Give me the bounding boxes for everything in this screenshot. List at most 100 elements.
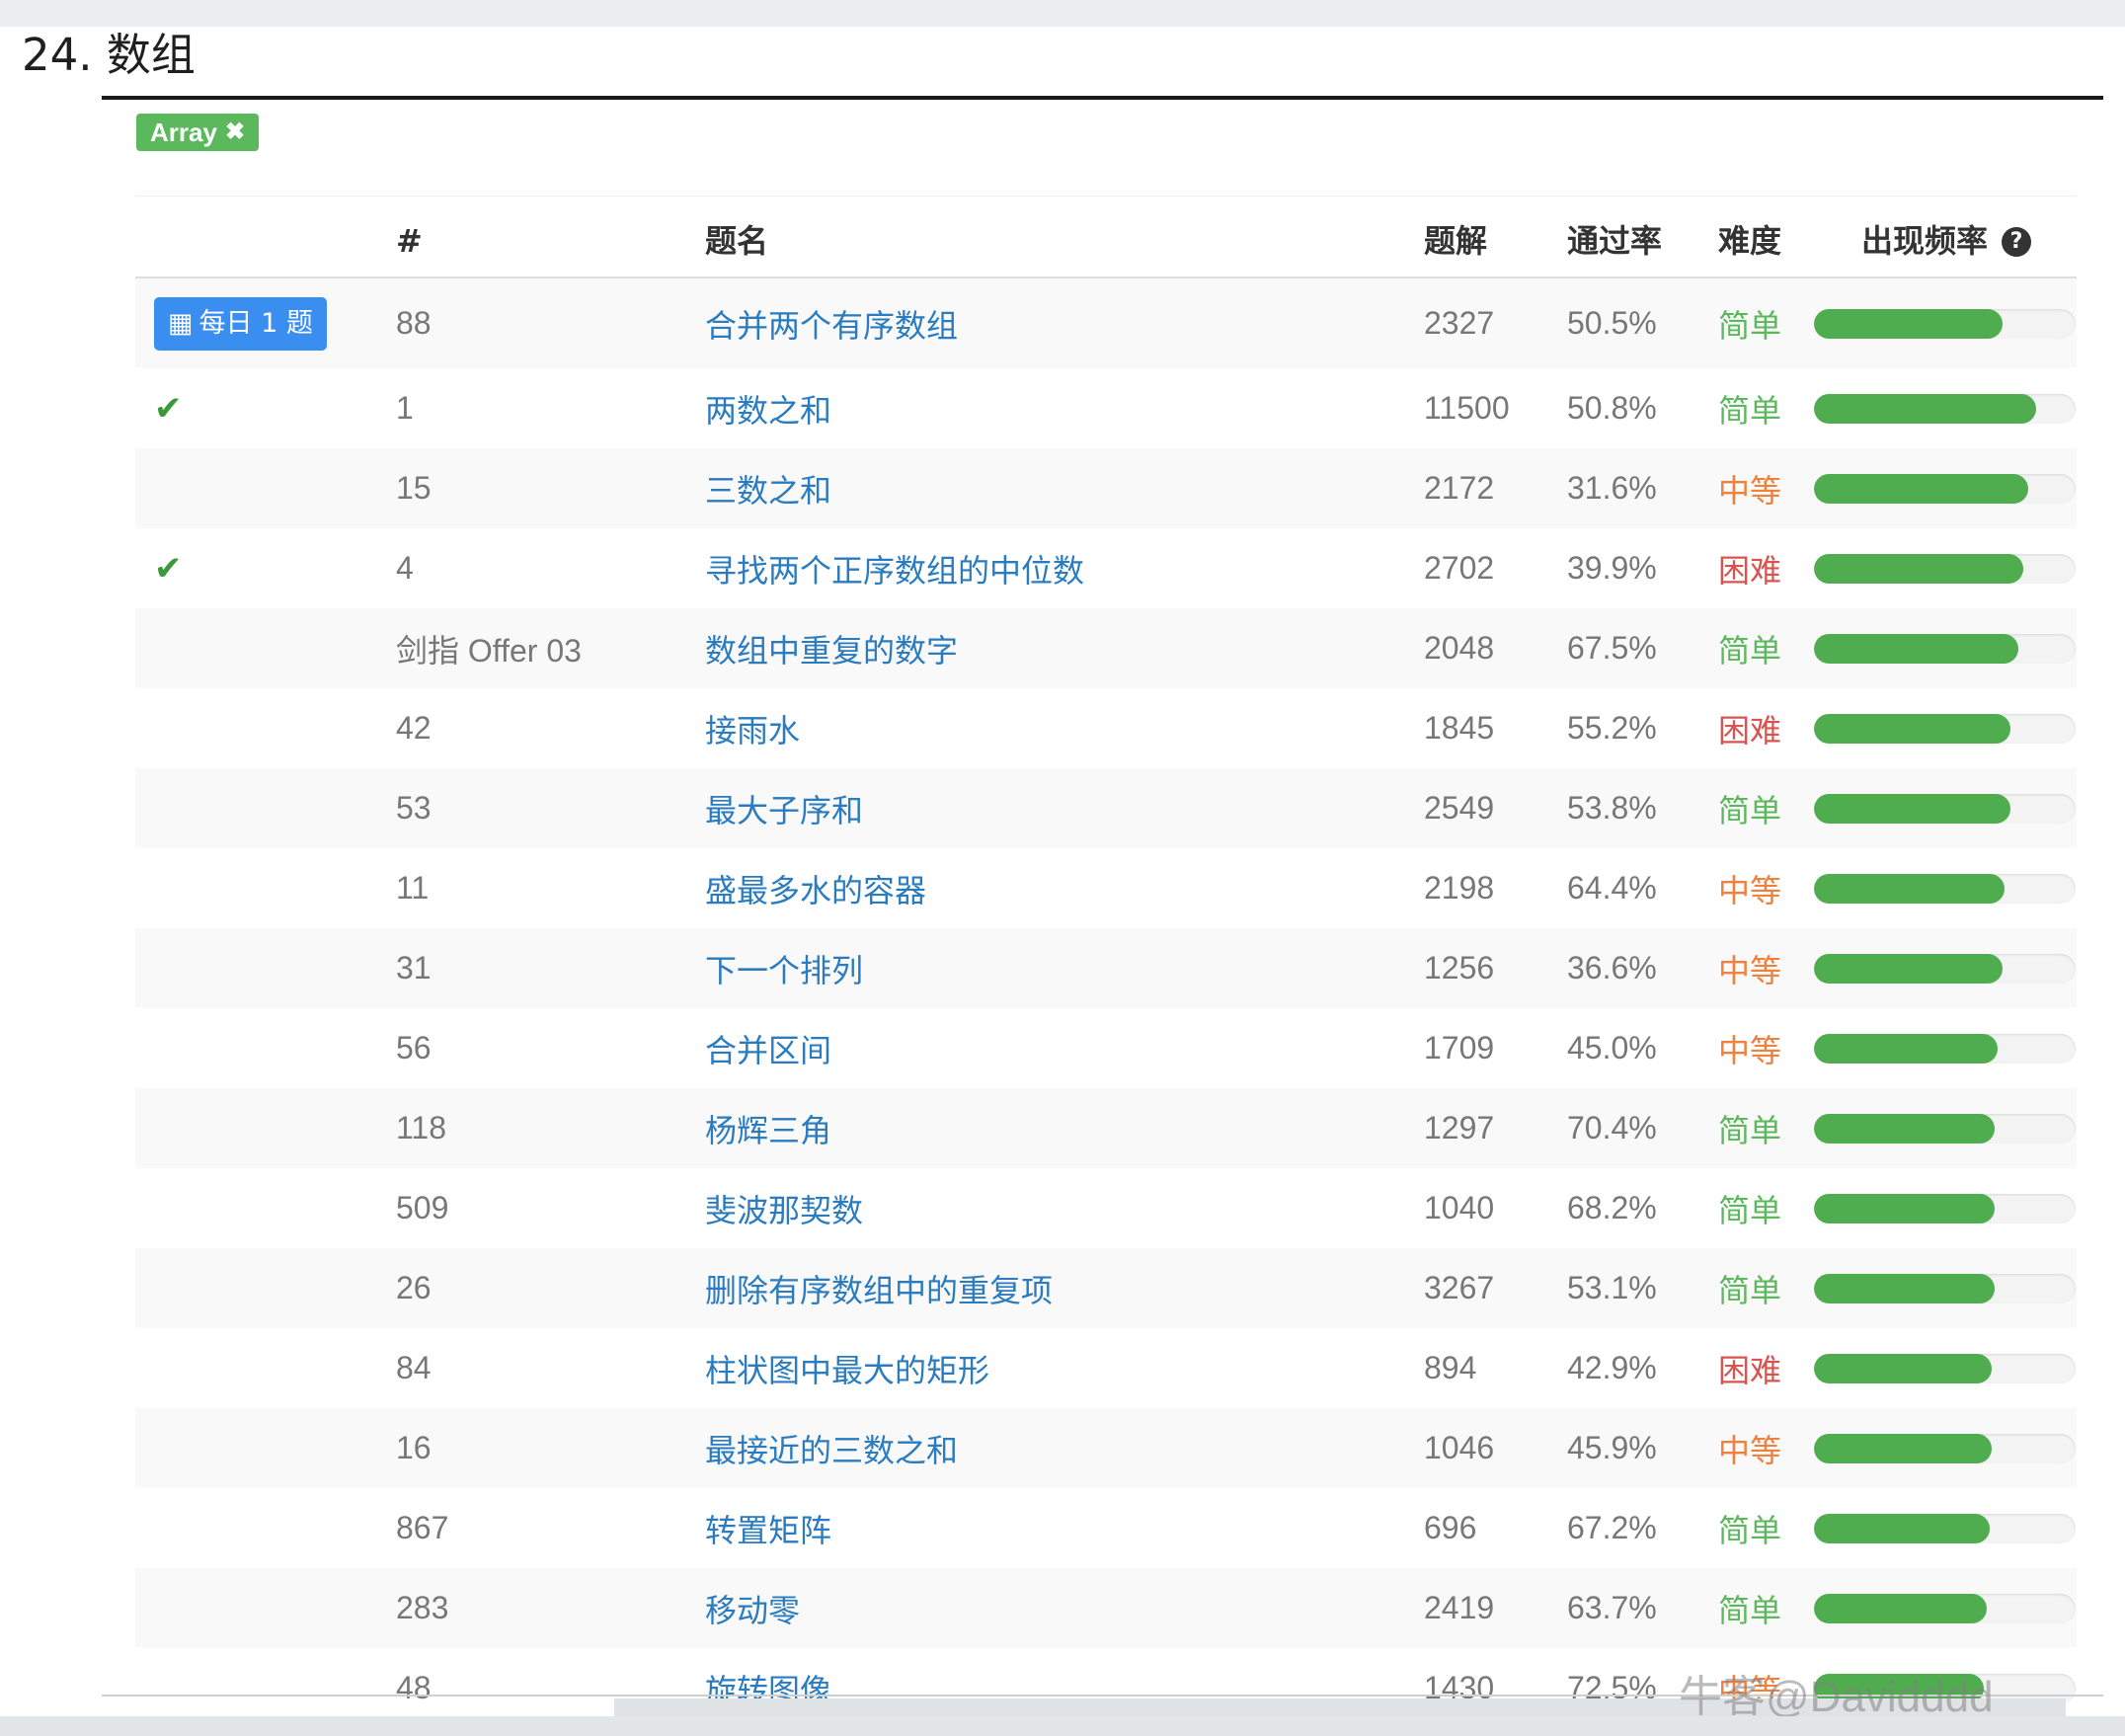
frequency-cell [1814, 928, 2076, 1008]
difficulty-label: 困难 [1718, 1351, 1782, 1389]
frequency-cell [1814, 688, 2076, 768]
problem-title-link[interactable]: 数组中重复的数字 [705, 608, 958, 688]
solved-check-icon: ✔ [154, 548, 183, 589]
problem-title-link[interactable]: 下一个排列 [705, 928, 863, 1008]
pass-rate: 53.1% [1567, 1270, 1657, 1305]
frequency-bar-fill [1814, 308, 2003, 339]
problem-number: 283 [396, 1590, 449, 1625]
problem-title-link[interactable]: 合并区间 [705, 1008, 831, 1088]
frequency-cell [1814, 1088, 2076, 1168]
problem-title-link[interactable]: 转置矩阵 [705, 1488, 831, 1568]
frequency-bar [1814, 713, 2076, 744]
frequency-cell [1814, 1328, 2076, 1408]
difficulty-label: 简单 [1718, 306, 1782, 345]
frequency-cell [1814, 528, 2076, 608]
frequency-bar [1814, 1273, 2076, 1303]
pass-rate: 50.8% [1567, 390, 1657, 426]
frequency-bar [1814, 793, 2076, 824]
problem-number: 4 [396, 550, 414, 586]
difficulty-label: 中等 [1718, 1031, 1782, 1069]
solution-count: 2327 [1424, 305, 1495, 341]
problem-number: 11 [396, 870, 430, 906]
problem-title-link[interactable]: 移动零 [705, 1568, 800, 1648]
frequency-bar-fill [1814, 473, 2029, 504]
problem-number: 16 [396, 1430, 432, 1465]
solution-count: 1046 [1424, 1430, 1495, 1465]
frequency-cell [1814, 1008, 2076, 1088]
problem-number: 53 [396, 790, 432, 826]
frequency-cell [1814, 1408, 2076, 1488]
difficulty-label: 简单 [1718, 1111, 1782, 1149]
difficulty-label: 简单 [1718, 791, 1782, 829]
problem-number: 118 [396, 1110, 447, 1145]
problem-number: 15 [396, 470, 432, 506]
frequency-bar [1814, 1193, 2076, 1223]
frequency-bar-fill [1814, 873, 2006, 904]
solution-count: 2048 [1424, 630, 1495, 666]
table-row: 15 三数之和 2172 31.6% 中等 [135, 448, 2077, 528]
solution-count: 1040 [1424, 1190, 1495, 1225]
problem-title-link[interactable]: 三数之和 [705, 448, 831, 528]
frequency-bar [1814, 873, 2076, 904]
pass-rate: 45.0% [1567, 1030, 1657, 1065]
problem-number: 509 [396, 1190, 449, 1225]
difficulty-label: 中等 [1718, 871, 1782, 909]
problem-title-link[interactable]: 寻找两个正序数组的中位数 [705, 528, 1084, 608]
frequency-cell [1814, 448, 2076, 528]
frequency-bar-fill [1814, 1113, 1995, 1144]
table-row: 53 最大子序和 2549 53.8% 简单 [135, 768, 2077, 848]
table-row: ▦ 每日 1 题 88 合并两个有序数组 2327 50.5% 简单 [135, 278, 2077, 368]
problem-title-link[interactable]: 盛最多水的容器 [705, 848, 926, 928]
table-row: 26 删除有序数组中的重复项 3267 53.1% 简单 [135, 1248, 2077, 1328]
problem-title-link[interactable]: 接雨水 [705, 688, 800, 768]
frequency-bar-fill [1814, 1353, 1993, 1383]
difficulty-label: 简单 [1718, 1511, 1782, 1549]
pass-rate: 36.6% [1567, 950, 1657, 986]
problem-title-link[interactable]: 柱状图中最大的矩形 [705, 1328, 989, 1408]
problem-title-link[interactable]: 杨辉三角 [705, 1088, 831, 1168]
frequency-bar [1814, 633, 2076, 664]
table-row: 16 最接近的三数之和 1046 45.9% 中等 [135, 1408, 2077, 1488]
problem-title-link[interactable]: 斐波那契数 [705, 1168, 863, 1248]
problem-title-link[interactable]: 合并两个有序数组 [705, 278, 958, 368]
header-solutions: 题解 [1424, 222, 1488, 260]
daily-question-label: 每日 1 题 [198, 307, 313, 339]
problem-table: # 题名 题解 通过率 难度 出现频率? ▦ 每日 1 题 88 合并两个有序数组 23… [135, 196, 2077, 1728]
problem-title-link[interactable]: 删除有序数组中的重复项 [705, 1248, 1053, 1328]
tag-label: Array [150, 118, 217, 147]
pass-rate: 31.6% [1567, 470, 1657, 506]
remove-tag-icon[interactable]: ✖ [225, 114, 245, 151]
frequency-bar-fill [1814, 1593, 1987, 1623]
frequency-bar-fill [1814, 1033, 1998, 1064]
frequency-bar [1814, 308, 2076, 339]
pass-rate: 68.2% [1567, 1190, 1657, 1225]
solution-count: 2172 [1424, 470, 1495, 506]
header-difficulty: 难度 [1718, 222, 1782, 260]
table-body: ▦ 每日 1 题 88 合并两个有序数组 2327 50.5% 简单 ✔ 1 两数之和 11500 5… [135, 278, 2077, 1728]
calendar-icon: ▦ [168, 307, 194, 339]
frequency-bar-fill [1814, 553, 2023, 584]
problem-number: 1 [396, 390, 414, 426]
table-row: 283 移动零 2419 63.7% 简单 [135, 1568, 2077, 1648]
problem-title-link[interactable]: 两数之和 [705, 368, 831, 448]
status-cell: ✔ [154, 528, 183, 608]
problem-title-link[interactable]: 最接近的三数之和 [705, 1408, 958, 1488]
difficulty-label: 简单 [1718, 631, 1782, 670]
array-tag-filter[interactable]: Array ✖ [136, 114, 260, 151]
help-icon[interactable]: ? [2002, 227, 2032, 257]
problem-title-link[interactable]: 最大子序和 [705, 768, 863, 848]
status-cell: ✔ [154, 368, 183, 448]
frequency-cell [1814, 278, 2076, 368]
table-header: # 题名 题解 通过率 难度 出现频率? [135, 196, 2077, 278]
header-frequency: 出现频率? [1861, 197, 2032, 279]
status-cell: ▦ 每日 1 题 [154, 278, 327, 368]
frequency-bar [1814, 953, 2076, 984]
solution-count: 1297 [1424, 1110, 1495, 1145]
frequency-bar-fill [1814, 953, 2003, 984]
daily-question-button[interactable]: ▦ 每日 1 题 [154, 296, 327, 351]
solution-count: 2198 [1424, 870, 1495, 906]
title-divider [102, 96, 2103, 100]
solution-count: 696 [1424, 1510, 1477, 1545]
frequency-bar-fill [1814, 713, 2010, 744]
pass-rate: 55.2% [1567, 710, 1657, 746]
